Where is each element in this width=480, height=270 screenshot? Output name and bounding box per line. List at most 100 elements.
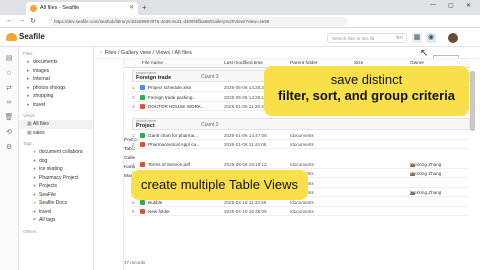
column-last-modified[interactable]: Last modified time: [224, 61, 263, 66]
file-icon: [140, 94, 145, 100]
file-icon: [140, 85, 145, 90]
row-number: 2: [132, 142, 135, 147]
sidebar-tag[interactable]: ● document collabora: [19, 148, 93, 157]
file-icon: [140, 132, 145, 138]
modified-cell: 2025-01-06 11:44:06: [224, 142, 267, 147]
parent-folder-cell: /documents: [290, 132, 314, 138]
reload-button[interactable]: ↻: [30, 17, 36, 25]
modified-cell: 2025-04-18 16:38:05: [224, 209, 267, 214]
share-icon[interactable]: ⇄: [0, 84, 18, 92]
address-bar: ← → ↻ https://dev.seafile.com/seahub/lib…: [0, 15, 480, 28]
row-number: 3: [132, 104, 135, 109]
sidebar-tag[interactable]: ● SeaFile: [19, 191, 93, 200]
sidebar-view-sales[interactable]: ▦sales: [19, 129, 93, 138]
files-icon[interactable]: ▤: [0, 54, 18, 62]
scrollbar[interactable]: [470, 71, 475, 131]
group-header[interactable]: project name Project Count 2: [132, 117, 470, 130]
sidebar-view-all-files[interactable]: ▦All files: [19, 120, 93, 129]
search-input[interactable]: Search files in this lib ⌘K: [327, 33, 407, 43]
row-number: 1: [132, 161, 135, 167]
file-name-cell: Foreign trade packing...: [148, 94, 197, 100]
minimize-button[interactable]: —: [430, 2, 436, 8]
seafile-logo-icon: [6, 32, 17, 41]
forward-button[interactable]: →: [18, 17, 25, 24]
file-name-cell: Gantt chart for pharma...: [148, 132, 199, 138]
file-icon: [140, 209, 145, 214]
row-number: 1: [132, 132, 135, 138]
sidebar-tag[interactable]: ● Projects: [19, 182, 93, 191]
row-number: 2: [132, 94, 135, 100]
tags-section-title: Tags: [23, 141, 33, 146]
views-section-title: Views: [23, 113, 35, 118]
owner-cell: WeiXing Zhang: [410, 161, 442, 167]
row-number: 6: [132, 209, 135, 214]
callout-top-line2: filter, sort, and group criteria: [278, 88, 455, 103]
browser-tab[interactable]: All files - Seafile ✕: [26, 2, 138, 15]
sidebar-tag[interactable]: ● Pharmacy Project: [19, 174, 93, 183]
views-panel: [96, 59, 124, 270]
settings-icon[interactable]: ⚙: [0, 143, 18, 151]
sidebar-all-tags[interactable]: ⌗ All tags: [19, 216, 93, 225]
maximize-button[interactable]: ▢: [448, 2, 454, 9]
back-arrow-icon[interactable]: ‹: [100, 50, 102, 56]
avatar[interactable]: [448, 33, 458, 43]
sidebar-tag[interactable]: ● dog: [19, 157, 93, 166]
file-icon: [140, 161, 145, 167]
app-header: Seafile Search files in this lib ⌘K ▦ ◉: [0, 29, 480, 47]
group-count: Count 3: [201, 74, 219, 80]
file-name-cell: DOCTOR HOUSE WORK...: [148, 104, 205, 109]
close-window-button[interactable]: ✕: [466, 2, 471, 9]
table-row[interactable]: 1 Terms of Service.pdf 2025-06-06 15:19:12…: [132, 160, 470, 169]
file-icon: [140, 199, 145, 205]
sidebar-folder[interactable]: ▸ images: [19, 67, 93, 76]
file-name-cell: Terms of Service.pdf: [148, 161, 190, 167]
owner-cell: WeiXing Zhang: [410, 171, 442, 176]
records-count: 37 records: [124, 260, 146, 265]
notification-icon[interactable]: ◉: [426, 33, 436, 43]
library-sidebar: Files ▸ documents ▸ images ▸ Internal ▸ phot…: [19, 47, 94, 270]
sidebar-folder[interactable]: ▸ shopping: [19, 92, 93, 101]
search-shortcut: ⌘K: [395, 35, 403, 40]
new-tab-button[interactable]: +: [142, 3, 147, 12]
sidebar-folder[interactable]: ▸ travel: [19, 101, 93, 110]
modified-cell: 2025-06-06 15:19:12: [224, 161, 267, 167]
tab-title: All files - Seafile: [40, 5, 80, 11]
star-icon[interactable]: ☆: [0, 69, 18, 77]
parent-folder-cell: /documents: [290, 161, 314, 167]
callout-multiple-views: create multiple Table Views: [131, 170, 308, 200]
files-section-title: Files: [23, 51, 33, 56]
seafile-logo[interactable]: Seafile: [6, 32, 45, 41]
link-icon[interactable]: ∞: [0, 99, 18, 106]
left-rail: ▤ ☆ ⇄ ∞ 🗑 ⟲ ⚙: [0, 47, 19, 270]
modified-cell: 2025-01-06 14:47:08: [224, 132, 267, 138]
history-icon[interactable]: ⟲: [0, 128, 18, 136]
seafile-favicon-icon: [30, 5, 37, 12]
sidebar-tag[interactable]: ● travel: [19, 208, 93, 217]
table-row[interactable]: 2 Pharmaceutical Appl ca... 2025-01-06 11:…: [132, 140, 470, 149]
browser-chrome: All files - Seafile ✕ + — ▢ ✕ ← → ↻ http…: [0, 0, 480, 28]
tab-close-icon[interactable]: ✕: [129, 4, 134, 11]
group-count: Count 2: [201, 121, 219, 128]
table-row[interactable]: 1 Gantt chart for pharma... 2025-01-06 14:…: [132, 131, 470, 140]
parent-folder-cell: /documents: [290, 209, 314, 214]
column-file-name[interactable]: File name: [142, 61, 163, 66]
sidebar-tag[interactable]: ● ice skating: [19, 165, 93, 174]
owner-avatar: [410, 192, 415, 195]
grid-icon[interactable]: ▦: [412, 33, 422, 43]
table-row[interactable]: 6 New folder 2025-04-18 16:38:05/documents: [132, 207, 470, 216]
sidebar-folder[interactable]: ▸ Internal: [19, 75, 93, 84]
callout-top-line1: save distinct: [330, 72, 403, 87]
back-button[interactable]: ←: [6, 17, 13, 24]
search-placeholder: Search files in this lib: [332, 36, 375, 41]
sidebar-folder[interactable]: ▸ photos shoogs: [19, 84, 93, 93]
callout-save-criteria: save distinct filter, sort, and group cr…: [264, 66, 469, 116]
url-field[interactable]: https://dev.seafile.com/seahub/library/c…: [48, 17, 348, 26]
owner-avatar: [410, 163, 415, 167]
owner-cell: WeiXing Zhang: [410, 190, 442, 195]
file-icon: [140, 104, 145, 109]
file-icon: [140, 142, 145, 147]
sidebar-folder[interactable]: ▸ documents: [19, 58, 93, 67]
group-name: Project: [136, 122, 155, 129]
trash-icon[interactable]: 🗑: [0, 113, 18, 121]
sidebar-tag[interactable]: ● Seafile Docs: [19, 199, 93, 208]
